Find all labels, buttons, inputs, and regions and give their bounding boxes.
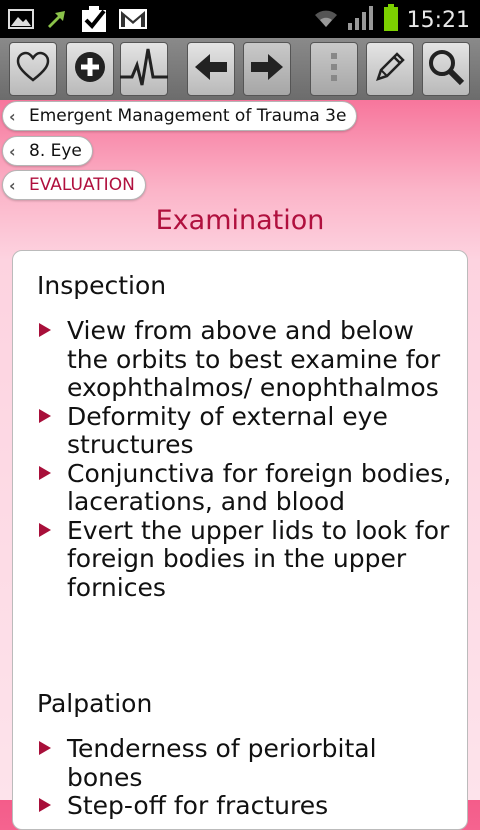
clock: 15:21 [406,7,470,33]
list-item-text: Step-off for fractures [67,791,329,820]
bullet-arrow-icon [39,798,51,812]
chevron-left-icon: ‹ [9,106,16,126]
breadcrumb-book[interactable]: ‹ Emergent Management of Trauma 3e [2,101,358,131]
favorites-button[interactable] [9,42,57,96]
toolbar [0,38,480,100]
edit-button[interactable] [366,42,414,96]
bullet-list: Tenderness of periorbital bones Step-off… [37,734,452,821]
breadcrumb-section[interactable]: ‹ EVALUATION [2,170,146,200]
plus-circle-icon [74,51,106,87]
signal-icon [347,5,375,35]
vertical-dots-icon [329,51,339,87]
chevron-left-icon: ‹ [9,175,16,195]
sync-icon [44,6,70,36]
checkbox-icon [80,5,108,37]
forward-button[interactable] [243,42,291,96]
heart-icon [16,51,50,87]
list-item: Conjunctiva for foreign bodies, lacerati… [37,458,452,517]
more-button[interactable] [310,42,358,96]
gmail-icon [118,7,148,35]
list-item: Deformity of external eye structures [37,401,452,460]
list-item-text: Tenderness of periorbital bones [67,734,377,792]
chevron-left-icon: ‹ [9,141,16,161]
breadcrumb-label: EVALUATION [29,175,135,195]
bullet-list: View from above and below the orbits to … [37,316,452,603]
heartbeat-icon [120,45,168,93]
list-item-text: Deformity of external eye structures [67,401,388,459]
bullet-arrow-icon [39,408,51,423]
arrow-right-icon [249,52,285,86]
battery-icon [383,4,399,36]
list-item-text: Evert the upper lids to look for foreign… [67,515,450,602]
list-item-text: Conjunctiva for foreign bodies, lacerati… [67,458,452,516]
list-item: View from above and below the orbits to … [37,316,452,403]
section-heading: Palpation [37,689,153,718]
breadcrumb-chapter[interactable]: ‹ 8. Eye [2,136,93,166]
page-title: Examination [155,205,325,236]
image-icon [8,8,34,34]
magnifier-icon [426,47,466,91]
content-card: Inspection View from above and below the… [12,250,468,830]
monitor-button[interactable] [120,42,168,96]
breadcrumb-label: Emergent Management of Trauma 3e [29,106,347,126]
add-button[interactable] [66,42,114,96]
bullet-arrow-icon [39,465,51,480]
section-heading: Inspection [37,271,167,300]
list-item: Tenderness of periorbital bones [37,734,452,792]
back-button[interactable] [187,42,235,96]
pencil-icon [372,49,408,89]
search-button[interactable] [422,42,470,96]
list-item-text: View from above and below the orbits to … [67,316,441,402]
status-bar: 15:21 [0,0,480,38]
breadcrumb-label: 8. Eye [29,141,82,161]
list-item: Evert the upper lids to look for foreign… [37,515,452,603]
bullet-arrow-icon [39,522,51,537]
bullet-arrow-icon [39,741,51,755]
wifi-icon [313,7,339,33]
arrow-left-icon [193,52,229,86]
bullet-arrow-icon [39,323,51,337]
list-item: Step-off for fractures [37,791,452,821]
